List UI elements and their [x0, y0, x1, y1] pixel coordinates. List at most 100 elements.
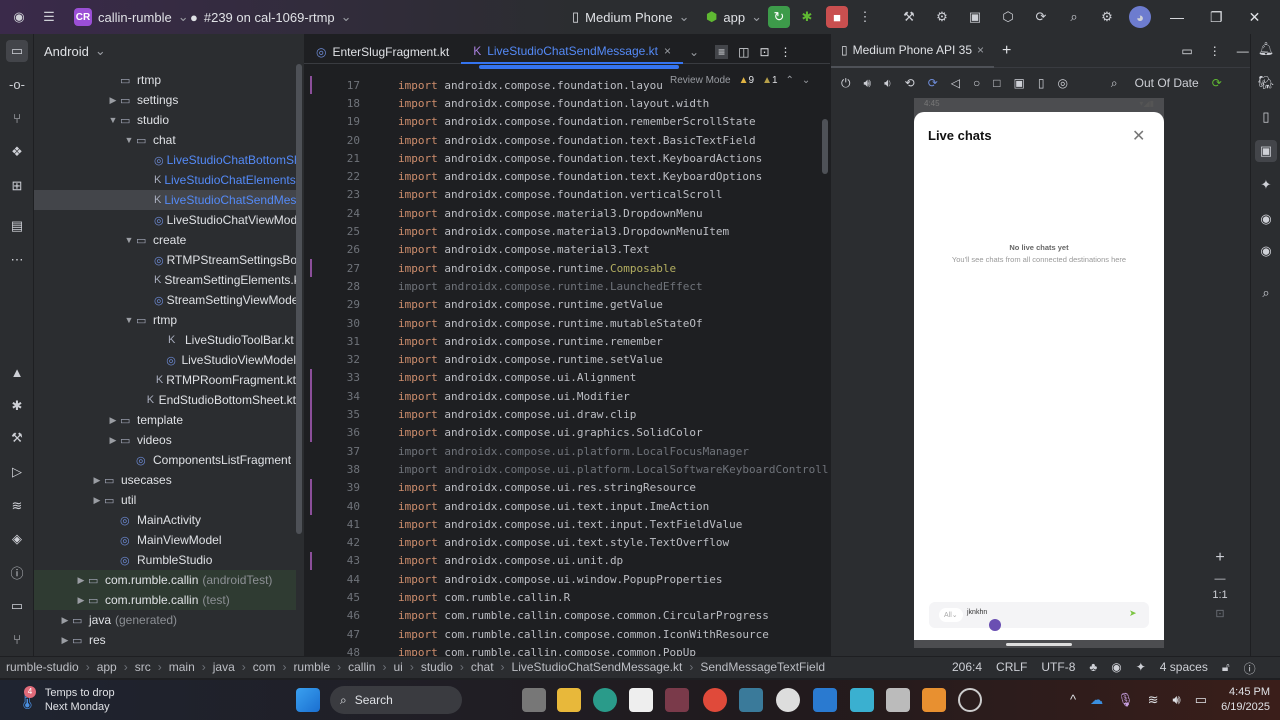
tree-item[interactable]: ◎ StreamSettingViewModel [34, 290, 296, 310]
overview-icon[interactable]: □ [993, 76, 1000, 90]
breadcrumb-item[interactable]: callin [348, 660, 375, 674]
project-selector[interactable]: CR callin-rumble ⌄ [74, 0, 189, 34]
more-tools-icon[interactable]: ⋯ [6, 249, 28, 271]
code-line[interactable]: 42 import androidx.compose.ui.text.style.… [304, 534, 830, 552]
gemini-icon[interactable]: ✦ [1255, 174, 1277, 196]
android-studio-logo-icon[interactable]: ◉ [8, 6, 30, 28]
zoom-out-icon[interactable]: — [1209, 573, 1231, 585]
breadcrumb-item[interactable]: ui [393, 660, 402, 674]
breadcrumb-item[interactable]: main [169, 660, 195, 674]
version-control-icon[interactable]: ⑂ [6, 628, 28, 650]
volume-up-icon[interactable]: 🔊︎ [864, 76, 872, 91]
chevron-right-icon[interactable]: ▶ [90, 475, 104, 486]
structure-icon[interactable]: ⊞ [6, 175, 28, 197]
code-line[interactable]: 33 import androidx.compose.ui.Alignment [304, 369, 830, 387]
notepad-icon[interactable] [850, 688, 874, 712]
layout-inspector-tool-icon[interactable]: ⌕ [1255, 282, 1277, 304]
commit-icon[interactable]: -o- [6, 73, 28, 95]
window-icon[interactable]: ▭ [1181, 44, 1192, 58]
add-device-icon[interactable]: + [1002, 42, 1011, 60]
device-selector[interactable]: ▯ Medium Phone ⌄ [572, 0, 690, 34]
vcs-change-marker[interactable] [310, 551, 312, 571]
volume-down-icon[interactable]: 🔉︎ [884, 76, 892, 91]
code-line[interactable]: 21 import androidx.compose.foundation.tex… [304, 149, 830, 167]
ai-status-icon[interactable]: ✦ [1136, 660, 1146, 677]
code-line[interactable]: 31 import androidx.compose.runtime.rememb… [304, 332, 830, 350]
chevron-down-icon[interactable]: ▼ [106, 115, 120, 125]
chevron-down-icon[interactable]: ▼ [122, 235, 136, 245]
pull-requests-icon[interactable]: ⑂ [6, 107, 28, 129]
tree-item[interactable]: ▼ ▭ rtmp [34, 310, 296, 330]
build-variants-icon[interactable]: ▲ [6, 361, 28, 383]
tree-item[interactable]: ▼ ▭ create [34, 230, 296, 250]
tabs-dropdown-icon[interactable]: ⌄ [689, 45, 699, 59]
tree-scrollbar[interactable] [296, 64, 302, 534]
tab-medium-phone-api-35[interactable]: ▯ Medium Phone API 35 × [831, 34, 995, 68]
edge-icon[interactable] [593, 688, 617, 712]
chevron-right-icon[interactable]: ▶ [58, 635, 72, 646]
editor-scrollbar[interactable] [822, 119, 828, 174]
code-line[interactable]: 26 import androidx.compose.material3.Text [304, 241, 830, 259]
chevron-right-icon[interactable]: ▶ [106, 435, 120, 446]
breadcrumb-item[interactable]: com [253, 660, 276, 674]
tree-item[interactable]: ▼ ▭ chat [34, 130, 296, 150]
settings-icon[interactable]: ⚙ [1096, 6, 1118, 28]
copilot-chat-icon[interactable]: ◉ [1255, 240, 1277, 262]
build-icon[interactable]: ⚒ [898, 6, 920, 28]
code-line[interactable]: 47 import com.rumble.callin.compose.commo… [304, 625, 830, 643]
previous-highlight-icon[interactable]: ⌃ [786, 75, 794, 86]
breadcrumb-item[interactable]: rumble-studio [6, 660, 79, 674]
rotate-left-icon[interactable]: ⟲ [905, 76, 915, 90]
tree-item[interactable]: ◎RTMPStreamSettingsBottomSheet [34, 250, 296, 270]
gradle-icon[interactable]: 🐘︎ [1255, 72, 1277, 94]
gesture-bar[interactable] [1006, 643, 1072, 646]
snapshot-icon[interactable]: ▣ [1013, 76, 1024, 90]
copilot-icon[interactable]: ◉ [1255, 208, 1277, 230]
obs-icon[interactable] [958, 688, 982, 712]
zoom-actual-size-button[interactable]: 1:1 [1209, 589, 1231, 601]
tree-item[interactable]: ▶ ▭ template [34, 410, 296, 430]
tree-item[interactable]: K LiveStudioToolBar.kt [34, 330, 296, 350]
show-hidden-icons[interactable]: ^ [1070, 692, 1076, 708]
breadcrumb-item[interactable]: LiveStudioChatSendMessage.kt [512, 660, 683, 674]
terminal-icon[interactable]: ▭ [6, 595, 28, 617]
code-line[interactable]: 44 import androidx.compose.ui.window.Popu… [304, 570, 830, 588]
zoom-in-icon[interactable]: + [1209, 549, 1231, 567]
tree-item[interactable]: ▶ ▭ util [34, 490, 296, 510]
app-icon[interactable] [665, 688, 689, 712]
tree-item[interactable]: ▶ ▭ usecases [34, 470, 296, 490]
main-menu-icon[interactable]: ☰ [38, 6, 60, 28]
vcs-change-marker[interactable] [310, 76, 312, 95]
debug-tool-icon[interactable]: ✱ [6, 395, 28, 417]
clock[interactable]: 4:45 PM 6/19/2025 [1190, 685, 1270, 715]
tree-item[interactable]: ▶ ▭ res [34, 630, 296, 650]
tab-live-studio-chat-send-message[interactable]: K LiveStudioChatSendMessage.kt × [461, 40, 684, 64]
logcat-icon[interactable]: ≋ [6, 495, 28, 517]
text-cursor-handle[interactable] [989, 619, 1001, 631]
problems-icon[interactable]: ⓘ [6, 561, 28, 583]
tree-item[interactable]: ▭ rtmp [34, 70, 296, 90]
chevron-right-icon[interactable]: ▶ [74, 595, 88, 606]
code-line[interactable]: 23 import androidx.compose.foundation.ver… [304, 186, 830, 204]
tree-item[interactable]: ◎ RumbleStudio [34, 550, 296, 570]
close-tab-icon[interactable]: × [977, 43, 984, 57]
rotate-right-icon[interactable]: ⟳ [928, 76, 938, 90]
vcs-change-marker[interactable] [310, 259, 312, 278]
code-line[interactable]: 36 import androidx.compose.ui.graphics.So… [304, 424, 830, 442]
read-only-lock-icon[interactable]: 🔓︎ [1222, 660, 1230, 677]
code-line[interactable]: 35 import androidx.compose.ui.draw.clip [304, 405, 830, 423]
device-screen[interactable]: 4:45 ▾◢▮ Live chats ✕ No live chats yet … [914, 98, 1164, 648]
more-icon[interactable]: ⋮ [854, 6, 876, 28]
onedrive-icon[interactable]: ☁ [1090, 692, 1103, 708]
problems-status-icon[interactable]: ⓘ [1244, 660, 1256, 677]
tab-enter-slug-fragment[interactable]: ◎ EnterSlugFragment.kt [304, 40, 461, 64]
back-icon[interactable]: ◁ [951, 76, 960, 90]
close-window-button[interactable]: ✕ [1249, 9, 1261, 26]
snipping-tool-icon[interactable] [886, 688, 910, 712]
split-view-icon[interactable]: ◫ [738, 45, 749, 59]
android-studio-taskbar-icon[interactable] [739, 688, 763, 712]
device-manager-icon[interactable]: ▣ [964, 6, 986, 28]
store-icon[interactable] [629, 688, 653, 712]
tree-item[interactable]: K LiveStudioChatElements.kt [34, 170, 296, 190]
chevron-right-icon[interactable]: ▶ [58, 615, 72, 626]
